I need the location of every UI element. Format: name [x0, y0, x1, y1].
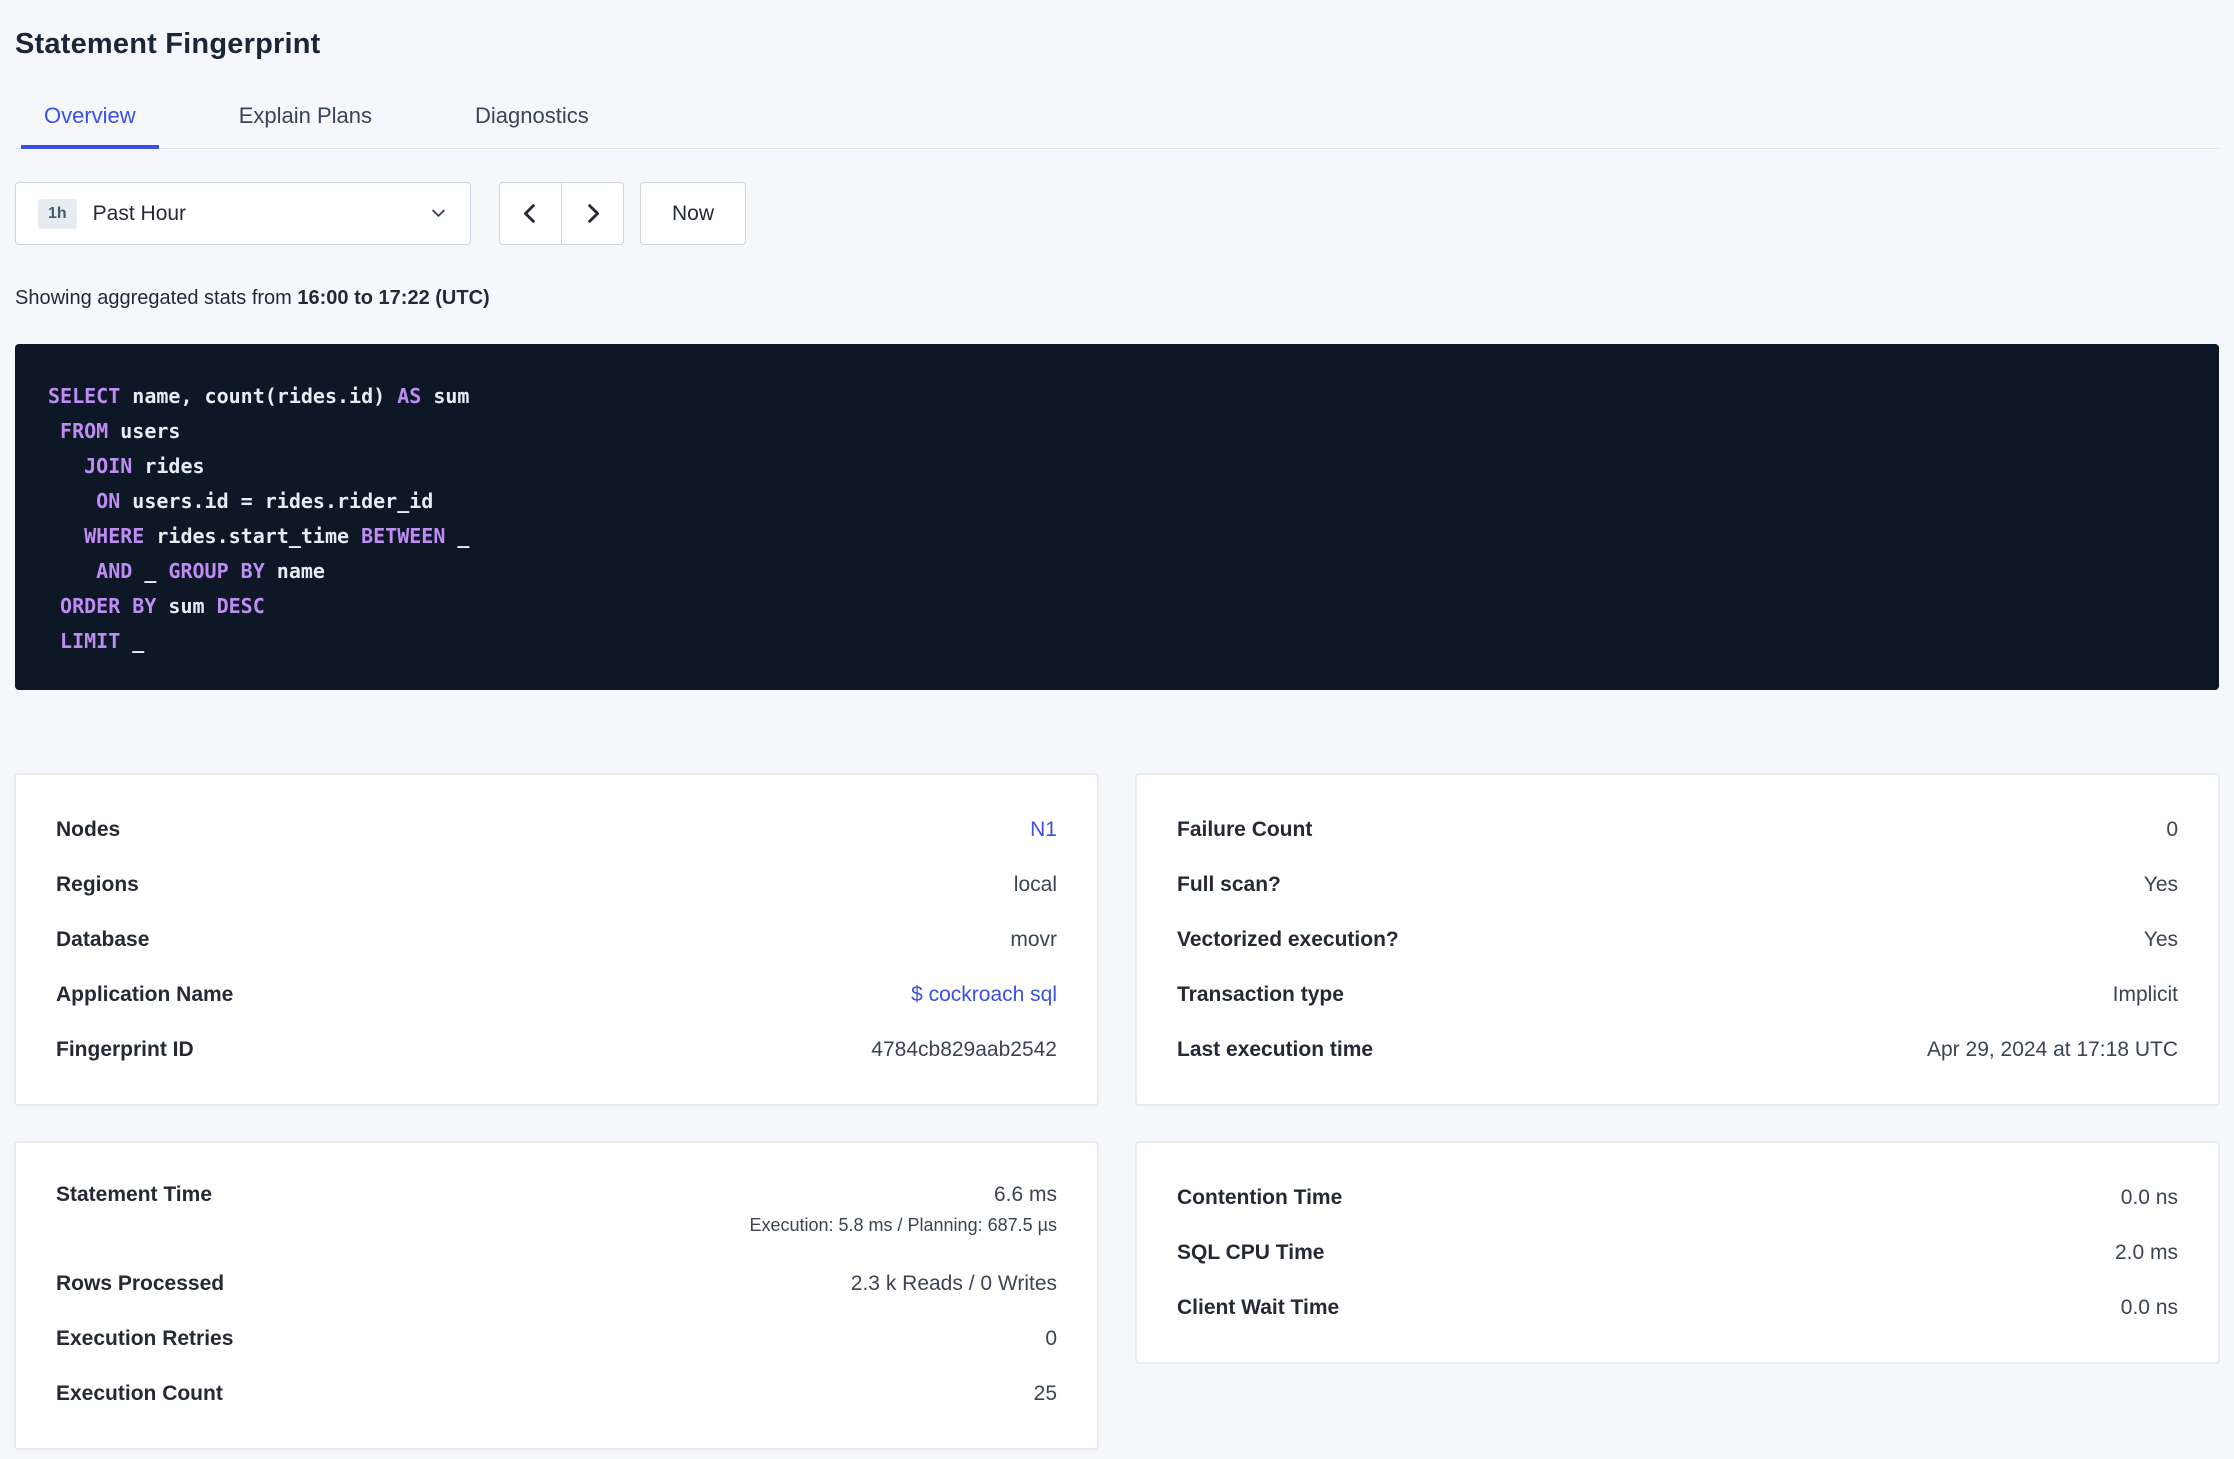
stat-label: Rows Processed	[56, 1271, 225, 1295]
sql-statement-box: SELECT name, count(rides.id) AS sum FROM…	[15, 344, 2219, 690]
execution-card-rows: Failure Count 0 Full scan? Yes Vectorized ex…	[1177, 802, 2178, 1077]
stat-value: 25	[1033, 1381, 1057, 1405]
tabs-bar: Overview Explain Plans Diagnostics	[15, 103, 2219, 149]
sql-line: SELECT name, count(rides.id) AS sum	[48, 384, 470, 408]
stat-label: Transaction type	[1177, 982, 1344, 1006]
stat-row: Nodes N1	[56, 802, 1057, 857]
stat-label: Client Wait Time	[1177, 1295, 1340, 1319]
stat-value: movr	[1010, 927, 1057, 951]
time-range-label: Past Hour	[92, 201, 187, 225]
stat-row: Execution Count 25	[56, 1366, 1057, 1421]
stat-value: local	[1013, 872, 1057, 896]
stat-label: Fingerprint ID	[56, 1037, 194, 1061]
stat-value: Yes	[2143, 927, 2178, 951]
tab-explain-plans[interactable]: Explain Plans	[216, 103, 395, 148]
page-container: Statement Fingerprint Overview Explain P…	[0, 0, 2234, 1459]
time-range-selector[interactable]: 1h Past Hour	[15, 182, 471, 245]
stat-label: Application Name	[56, 982, 234, 1006]
stat-row: Application Name $ cockroach sql	[56, 967, 1057, 1022]
wait-times-card: Contention Time 0.0 ns SQL CPU Time 2.0 ms C…	[1136, 1142, 2219, 1363]
stat-value: Yes	[2143, 872, 2178, 896]
stat-label: Full scan?	[1177, 872, 1281, 896]
sql-line: AND _ GROUP BY name	[96, 559, 325, 583]
stat-label: Execution Count	[56, 1381, 223, 1405]
stat-label: Database	[56, 927, 150, 951]
stat-value: 0.0 ns	[2120, 1185, 2178, 1209]
page-title: Statement Fingerprint	[15, 28, 321, 60]
sql-line: LIMIT _	[60, 629, 145, 653]
stat-value: Apr 29, 2024 at 17:18 UTC	[1927, 1037, 2178, 1061]
stat-row: Transaction type Implicit	[1177, 967, 2178, 1022]
chevron-right-icon	[581, 202, 604, 225]
statement-timing-card: Statement Time 6.6 ms Execution: 5.8 ms / …	[15, 1142, 1098, 1449]
stat-row: SQL CPU Time 2.0 ms	[1177, 1225, 2178, 1280]
cards-grid: Nodes N1 Regions local Database movr Applicati…	[15, 774, 2219, 1449]
stat-row: Vectorized execution? Yes	[1177, 912, 2178, 967]
stat-label: Failure Count	[1177, 817, 1313, 841]
stat-value-link[interactable]: N1	[1030, 818, 1057, 842]
stat-label: Contention Time	[1177, 1185, 1343, 1209]
stat-row: Full scan? Yes	[1177, 857, 2178, 912]
sql-line: WHERE rides.start_time BETWEEN _	[84, 524, 470, 548]
stat-value: 2.3 k Reads / 0 Writes	[850, 1271, 1057, 1295]
stat-label: Statement Time	[56, 1183, 212, 1206]
waits-card-rows: Contention Time 0.0 ns SQL CPU Time 2.0 ms C…	[1177, 1170, 2178, 1335]
previous-time-button[interactable]	[499, 182, 562, 245]
now-button[interactable]: Now	[640, 182, 747, 245]
stat-row: Rows Processed 2.3 k Reads / 0 Writes	[56, 1256, 1057, 1311]
aggregated-stats-prefix: Showing aggregated stats from	[15, 287, 292, 309]
tab-overview[interactable]: Overview	[21, 103, 159, 149]
stat-row: Regions local	[56, 857, 1057, 912]
stat-label: Execution Retries	[56, 1326, 234, 1350]
chevron-left-icon	[519, 202, 542, 225]
stat-row: Client Wait Time 0.0 ns	[1177, 1280, 2178, 1335]
sql-line: JOIN rides	[84, 454, 205, 478]
stat-label: Nodes	[56, 817, 121, 841]
stat-subvalue: Execution: 5.8 ms / Planning: 687.5 µs	[749, 1215, 1057, 1235]
stat-row: Execution Retries 0	[56, 1311, 1057, 1366]
stat-row: Fingerprint ID 4784cb829aab2542	[56, 1022, 1057, 1077]
stat-row: Database movr	[56, 912, 1057, 967]
stat-row: Last execution time Apr 29, 2024 at 17:18…	[1177, 1022, 2178, 1077]
sql-line: ORDER BY sum DESC	[60, 594, 265, 618]
stat-value: 0	[2166, 817, 2178, 841]
stat-value: 2.0 ms	[2114, 1240, 2178, 1264]
timing-card-rows: Statement Time 6.6 ms Execution: 5.8 ms / …	[56, 1170, 1057, 1421]
aggregated-stats-line: Showing aggregated stats from 16:00 to 1…	[15, 287, 2219, 310]
time-interval-badge: 1h	[38, 198, 77, 229]
stat-label: Last execution time	[1177, 1037, 1374, 1061]
stat-row: Statement Time 6.6 ms Execution: 5.8 ms / …	[56, 1170, 1057, 1256]
time-controls: 1h Past Hour Now	[15, 182, 2219, 245]
tab-diagnostics[interactable]: Diagnostics	[452, 103, 612, 148]
stat-value: 6.6 ms	[993, 1183, 1057, 1206]
sql-code: SELECT name, count(rides.id) AS sum FROM…	[48, 379, 2186, 659]
stat-row: Contention Time 0.0 ns	[1177, 1170, 2178, 1225]
stat-value: Implicit	[2112, 982, 2178, 1006]
stat-row: Failure Count 0	[1177, 802, 2178, 857]
statement-details-card: Nodes N1 Regions local Database movr Applicati…	[15, 774, 1098, 1105]
stat-value: 0	[1045, 1326, 1057, 1350]
details-card-rows: Nodes N1 Regions local Database movr Applicati…	[56, 802, 1057, 1077]
stat-label: Regions	[56, 872, 139, 896]
stat-value: 4784cb829aab2542	[871, 1037, 1057, 1061]
sql-line: ON users.id = rides.rider_id	[96, 489, 434, 513]
stat-label: SQL CPU Time	[1177, 1240, 1325, 1264]
aggregated-stats-range: 16:00 to 17:22 (UTC)	[297, 287, 490, 309]
stat-label: Vectorized execution?	[1177, 927, 1399, 951]
chevron-down-icon	[429, 204, 448, 223]
execution-attributes-card: Failure Count 0 Full scan? Yes Vectorized ex…	[1136, 774, 2219, 1105]
stat-value: 0.0 ns	[2120, 1295, 2178, 1319]
stat-value-link[interactable]: $ cockroach sql	[911, 983, 1057, 1007]
next-time-button[interactable]	[561, 182, 624, 245]
sql-line: FROM users	[60, 419, 181, 443]
time-step-buttons	[499, 182, 624, 245]
